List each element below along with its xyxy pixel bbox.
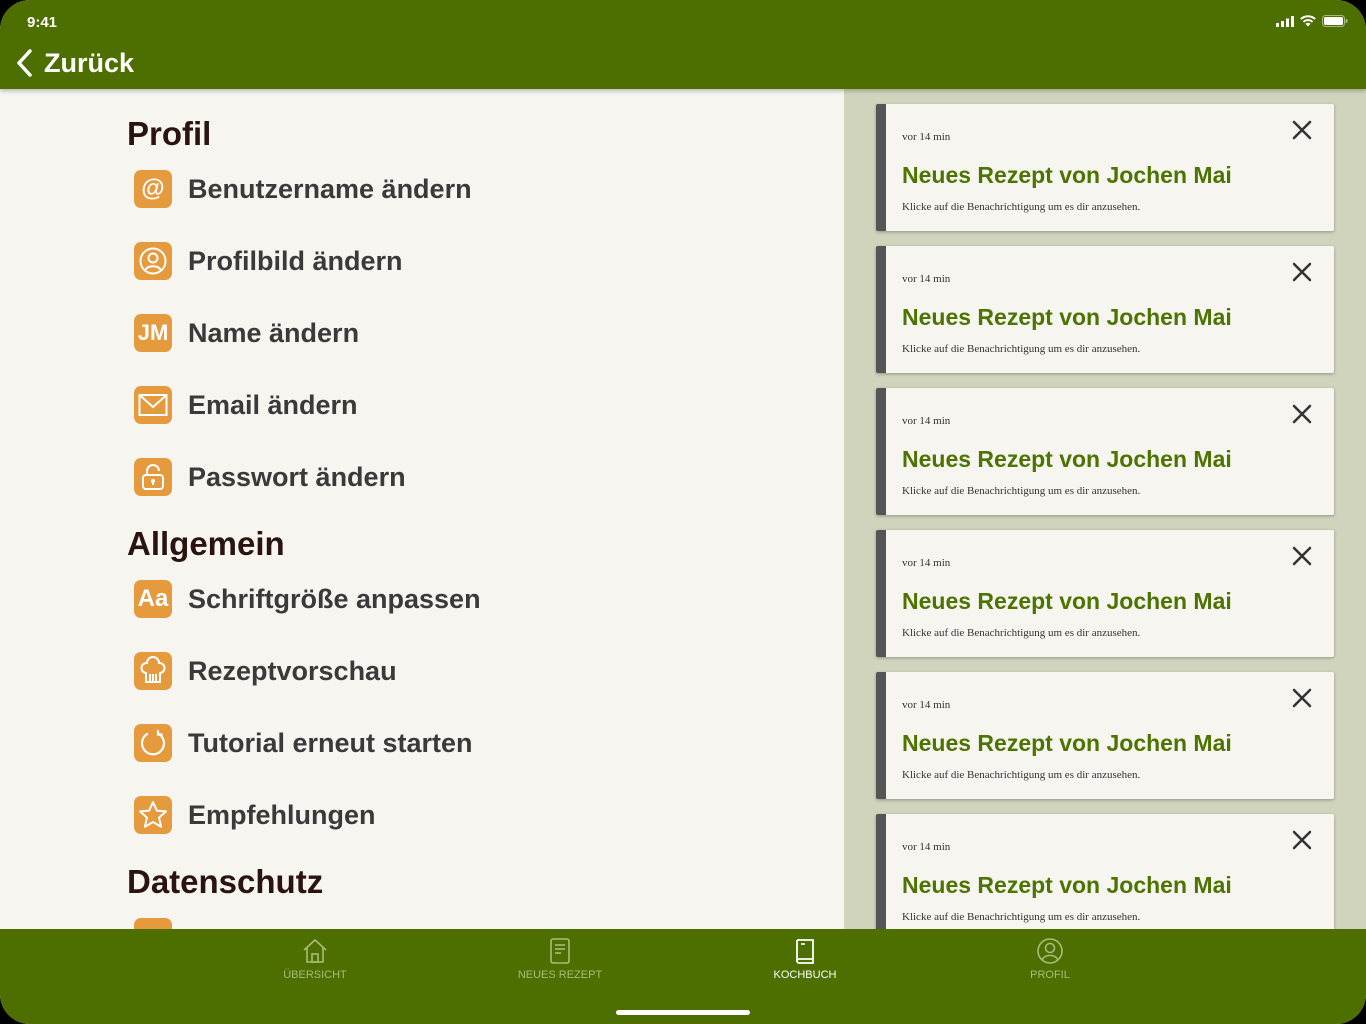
signal-icon bbox=[1276, 15, 1294, 27]
notification-card[interactable]: vor 14 min Neues Rezept von Jochen Mai K… bbox=[876, 388, 1334, 515]
back-label: Zurück bbox=[44, 47, 135, 78]
close-icon[interactable] bbox=[1290, 118, 1314, 142]
tab-label: PROFIL bbox=[1030, 969, 1070, 981]
battery-icon bbox=[1322, 15, 1348, 27]
notification-body: Klicke auf die Benachrichtigung um es di… bbox=[902, 201, 1141, 213]
setting-restart-tutorial[interactable]: Tutorial erneut starten bbox=[134, 723, 473, 763]
tab-new-recipe[interactable]: NEUES REZEPT bbox=[500, 937, 620, 981]
setting-label: Tutorial erneut starten bbox=[188, 727, 473, 758]
notification-title: Neues Rezept von Jochen Mai bbox=[902, 872, 1232, 898]
profile-icon bbox=[1037, 938, 1063, 964]
notification-body: Klicke auf die Benachrichtigung um es di… bbox=[902, 627, 1141, 639]
star-icon bbox=[134, 796, 172, 834]
close-icon[interactable] bbox=[1290, 544, 1314, 568]
setting-label: Benutzername ändern bbox=[188, 173, 472, 204]
notifications-panel: vor 14 min Neues Rezept von Jochen Mai K… bbox=[844, 89, 1366, 929]
settings-list: Profil @ Benutzername ändern Profilbild … bbox=[0, 89, 844, 929]
tab-label: ÜBERSICHT bbox=[283, 969, 347, 981]
notification-time: vor 14 min bbox=[902, 557, 951, 569]
setting-privacy-partial[interactable] bbox=[134, 917, 172, 929]
setting-recommendations[interactable]: Empfehlungen bbox=[134, 795, 376, 835]
setting-label: Profilbild ändern bbox=[188, 245, 403, 276]
mail-icon bbox=[134, 386, 172, 424]
cookbook-icon bbox=[796, 939, 814, 964]
at-icon: @ bbox=[134, 170, 172, 208]
close-icon[interactable] bbox=[1290, 260, 1314, 284]
notification-card[interactable]: vor 14 min Neues Rezept von Jochen Mai K… bbox=[876, 672, 1334, 799]
lock-icon bbox=[134, 458, 172, 496]
notification-title: Neues Rezept von Jochen Mai bbox=[902, 588, 1232, 614]
notification-time: vor 14 min bbox=[902, 415, 951, 427]
notification-body: Klicke auf die Benachrichtigung um es di… bbox=[902, 911, 1141, 923]
new-recipe-icon bbox=[550, 938, 570, 964]
status-icons bbox=[1276, 15, 1348, 27]
close-icon[interactable] bbox=[1290, 402, 1314, 426]
setting-change-profile-picture[interactable]: Profilbild ändern bbox=[134, 241, 403, 281]
close-icon[interactable] bbox=[1290, 686, 1314, 710]
tab-cookbook[interactable]: KOCHBUCH bbox=[745, 937, 865, 981]
notification-card[interactable]: vor 14 min Neues Rezept von Jochen Mai K… bbox=[876, 246, 1334, 373]
notification-body: Klicke auf die Benachrichtigung um es di… bbox=[902, 485, 1141, 497]
notification-card[interactable]: vor 14 min Neues Rezept von Jochen Mai K… bbox=[876, 814, 1334, 929]
chevron-left-icon bbox=[17, 49, 32, 77]
notification-title: Neues Rezept von Jochen Mai bbox=[902, 446, 1232, 472]
notification-body: Klicke auf die Benachrichtigung um es di… bbox=[902, 769, 1141, 781]
initials-icon: JM bbox=[134, 314, 172, 352]
section-title-datenschutz: Datenschutz bbox=[127, 863, 324, 900]
setting-change-name[interactable]: JM Name ändern bbox=[134, 313, 359, 353]
notification-title: Neues Rezept von Jochen Mai bbox=[902, 730, 1232, 756]
notification-time: vor 14 min bbox=[902, 841, 951, 853]
profile-picture-icon bbox=[134, 242, 172, 280]
tab-label: KOCHBUCH bbox=[773, 969, 837, 981]
setting-recipe-preview[interactable]: Rezeptvorschau bbox=[134, 651, 397, 691]
header-bar: 9:41 Zurück bbox=[0, 0, 1366, 89]
setting-label: Name ändern bbox=[188, 317, 360, 348]
notification-time: vor 14 min bbox=[902, 131, 951, 143]
notification-card[interactable]: vor 14 min Neues Rezept von Jochen Mai K… bbox=[876, 104, 1334, 231]
wifi-icon bbox=[1300, 15, 1316, 27]
privacy-icon bbox=[134, 918, 172, 929]
setting-label: Schriftgröße anpassen bbox=[188, 583, 481, 614]
setting-label: Empfehlungen bbox=[188, 799, 376, 830]
home-icon bbox=[303, 938, 327, 963]
app-screen: 9:41 Zurück Profil @ Benutzername ändern… bbox=[0, 0, 1366, 1024]
setting-font-size[interactable]: Aa Schriftgröße anpassen bbox=[134, 579, 481, 619]
notification-card[interactable]: vor 14 min Neues Rezept von Jochen Mai K… bbox=[876, 530, 1334, 657]
tab-overview[interactable]: ÜBERSICHT bbox=[255, 937, 375, 981]
tab-profile[interactable]: PROFIL bbox=[990, 937, 1110, 981]
notification-time: vor 14 min bbox=[902, 273, 951, 285]
chef-hat-icon bbox=[134, 652, 172, 690]
setting-change-password[interactable]: Passwort ändern bbox=[134, 457, 406, 497]
font-size-icon: Aa bbox=[134, 580, 172, 618]
notification-title: Neues Rezept von Jochen Mai bbox=[902, 304, 1232, 330]
setting-label: Rezeptvorschau bbox=[188, 655, 397, 686]
back-button[interactable]: Zurück bbox=[14, 44, 134, 82]
section-title-profil: Profil bbox=[127, 115, 212, 152]
tab-label: NEUES REZEPT bbox=[517, 969, 603, 981]
restart-icon bbox=[134, 724, 172, 762]
notification-time: vor 14 min bbox=[902, 699, 951, 711]
setting-label: Email ändern bbox=[188, 389, 358, 420]
close-icon[interactable] bbox=[1290, 828, 1314, 852]
status-time: 9:41 bbox=[27, 14, 58, 31]
setting-change-email[interactable]: Email ändern bbox=[134, 385, 358, 425]
notification-title: Neues Rezept von Jochen Mai bbox=[902, 162, 1232, 188]
setting-label: Passwort ändern bbox=[188, 461, 406, 492]
setting-change-username[interactable]: @ Benutzername ändern bbox=[134, 169, 472, 209]
section-title-allgemein: Allgemein bbox=[127, 525, 285, 562]
notification-body: Klicke auf die Benachrichtigung um es di… bbox=[902, 343, 1141, 355]
home-indicator bbox=[616, 1010, 750, 1015]
